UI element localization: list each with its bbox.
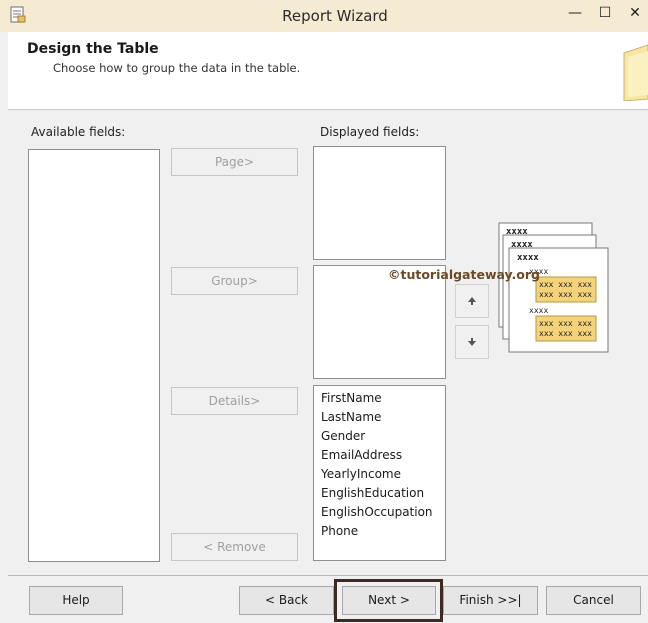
preview-token: xxxx (517, 253, 539, 263)
preview-token: xxx xxx xxx (539, 280, 592, 289)
group-fields-list[interactable] (313, 265, 446, 379)
back-button[interactable]: < Back (239, 586, 334, 615)
list-item[interactable]: Gender (314, 427, 445, 446)
preview-token: xxxx (529, 306, 548, 315)
page-fields-list[interactable] (313, 146, 446, 260)
window-title: Report Wizard (282, 7, 388, 25)
list-item[interactable]: FirstName (314, 389, 445, 408)
arrow-down-icon (468, 338, 476, 346)
wizard-header: Design the Table Choose how to group the… (8, 32, 648, 110)
page-title: Design the Table (27, 41, 159, 57)
minimize-button[interactable]: — (560, 0, 590, 28)
details-fields-list[interactable]: FirstName LastName Gender EmailAddress Y… (313, 385, 446, 561)
list-item[interactable]: YearlyIncome (314, 465, 445, 484)
displayed-fields-label: Displayed fields: (320, 125, 420, 139)
details-button[interactable]: Details> (171, 387, 298, 415)
list-item[interactable]: LastName (314, 408, 445, 427)
page-button[interactable]: Page> (171, 148, 298, 176)
folder-illustration-icon (623, 44, 648, 101)
list-item[interactable]: Phone (314, 522, 445, 541)
watermark: ©tutorialgateway.org (388, 267, 540, 282)
group-button[interactable]: Group> (171, 267, 298, 295)
list-item[interactable]: EnglishOccupation (314, 503, 445, 522)
finish-button[interactable]: Finish >>| (443, 586, 538, 615)
preview-token: xxx xxx xxx (539, 290, 592, 299)
next-button-highlight (334, 579, 443, 622)
arrow-up-icon (468, 297, 476, 305)
preview-token: xxxx (511, 240, 533, 250)
page-subtitle: Choose how to group the data in the tabl… (53, 61, 301, 75)
table-layout-preview: xxxx xxxx xxxx xxxx xxx xxx xxx xxx xxx … (498, 222, 609, 353)
move-up-button[interactable] (455, 284, 489, 318)
list-item[interactable]: EmailAddress (314, 446, 445, 465)
cancel-button[interactable]: Cancel (546, 586, 641, 615)
preview-token: xxx xxx xxx (539, 319, 592, 328)
available-fields-list[interactable] (28, 149, 160, 562)
maximize-button[interactable]: ☐ (590, 0, 620, 28)
move-down-button[interactable] (455, 325, 489, 359)
footer-divider (8, 575, 648, 576)
preview-token: xxxx (506, 227, 528, 237)
help-button[interactable]: Help (29, 586, 123, 615)
close-button[interactable]: ✕ (620, 0, 648, 28)
preview-token: xxx xxx xxx (539, 329, 592, 338)
remove-button[interactable]: < Remove (171, 533, 298, 561)
list-item[interactable]: EnglishEducation (314, 484, 445, 503)
title-bar: Report Wizard — ☐ ✕ (0, 0, 648, 32)
available-fields-label: Available fields: (31, 125, 126, 139)
